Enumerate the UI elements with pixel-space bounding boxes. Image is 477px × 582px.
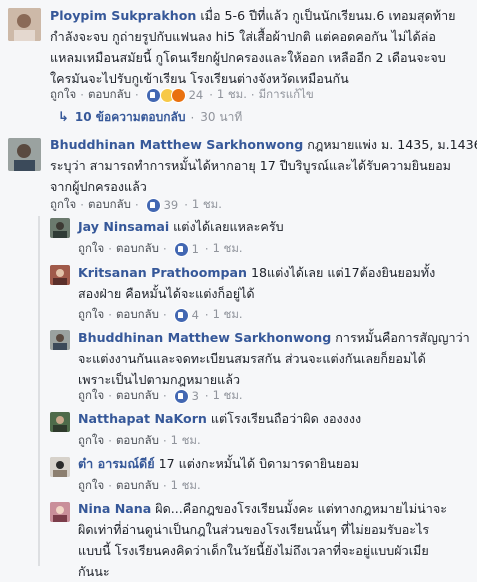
reply-link[interactable]: ตอบกลับ	[116, 387, 159, 405]
comment-line: จากผู้ปกครองแล้ว	[50, 179, 147, 194]
avatar-image	[50, 502, 70, 522]
reply-actions: ถูกใจ · ตอบกลับ · 1 · 1 ชม.	[78, 240, 243, 258]
reply-actions: ถูกใจ · ตอบกลับ · 1 ชม.	[78, 432, 201, 450]
reply-link[interactable]: ตอบกลับ	[116, 240, 159, 258]
reply-line: 18แต่งได้เลย แต่17ต้องยินยอมทั้ง	[246, 265, 436, 280]
reaction-count[interactable]: 1	[192, 242, 199, 256]
like-link[interactable]: ถูกใจ	[50, 196, 76, 214]
reply-thread-line	[38, 216, 40, 566]
reply-line: แบบนี้ โรงเรียนคงคิดว่าเด็กในวัยนี้ยังไม…	[78, 543, 429, 558]
comment-line: กำลังจะจบ กูถ่ายรูปกับแฟนลง hi5 ใส่เสื้อ…	[50, 29, 436, 44]
replies-count[interactable]: 10 ข้อความตอบกลับ	[75, 108, 186, 127]
view-replies-link[interactable]: ↳ 10 ข้อความตอบกลับ · 30 นาที	[58, 108, 242, 127]
avatar[interactable]	[8, 138, 41, 171]
timestamp[interactable]: 1 ชม.	[171, 477, 201, 495]
like-link[interactable]: ถูกใจ	[50, 86, 76, 104]
comment-actions: ถูกใจ · ตอบกลับ · 24 · 1 ชม. · มีการแก้ไ…	[50, 86, 314, 104]
avatar-image	[50, 412, 70, 432]
like-link[interactable]: ถูกใจ	[78, 387, 104, 405]
avatar-image	[50, 218, 70, 238]
reply-link[interactable]: ตอบกลับ	[88, 86, 131, 104]
commenter-name[interactable]: Natthapat NaKorn	[78, 411, 207, 426]
reply-line: แต่โรงเรียนถือว่าผิด งองงงง	[206, 411, 362, 426]
reply-actions: ถูกใจ · ตอบกลับ · 3 · 1 ชม.	[78, 387, 243, 405]
reply-line: สองฝ่าย คือหมั้นได้จะแต่งก็อยู่ได้	[78, 286, 255, 301]
like-link[interactable]: ถูกใจ	[78, 240, 104, 258]
avatar-image	[8, 8, 41, 41]
commenter-name[interactable]: ต๋า อารมณ์ดีย์	[78, 456, 155, 471]
comment-line: กฎหมายแพ่ง ม. 1435, ม.1436	[303, 137, 477, 152]
reply-link[interactable]: ตอบกลับ	[116, 306, 159, 324]
reply-text: Nina Nana ผิด...คือกฎของโรงเรียนมั้งคะ แ…	[78, 498, 447, 582]
reply-line: แต่งได้เลยแหละครับ	[169, 219, 284, 234]
reply-link[interactable]: ตอบกลับ	[116, 432, 159, 450]
like-link[interactable]: ถูกใจ	[78, 306, 104, 324]
avatar[interactable]	[50, 457, 70, 477]
commenter-name[interactable]: Jay Ninsamai	[78, 219, 169, 234]
reaction-count[interactable]: 24	[189, 88, 204, 102]
reply-text: Bhuddhinan Matthew Sarkhonwong การหมั้นค…	[78, 327, 470, 390]
comment-text: Bhuddhinan Matthew Sarkhonwong กฎหมายแพ่…	[50, 134, 477, 197]
commenter-name[interactable]: Ploypim Sukprakhon	[50, 8, 196, 23]
replies-time: 30 นาที	[200, 110, 243, 124]
avatar[interactable]	[8, 8, 41, 41]
comment-line: ระบุว่า สามารถทำการหมั้นได้หากอายุ 17 ปี…	[50, 158, 451, 173]
reply-line: กันนะ	[78, 564, 110, 579]
like-reaction-icon[interactable]	[145, 197, 161, 213]
timestamp[interactable]: 1 ชม.	[171, 432, 201, 450]
commenter-name[interactable]: Bhuddhinan Matthew Sarkhonwong	[50, 137, 303, 152]
avatar-image	[50, 265, 70, 285]
timestamp[interactable]: 1 ชม.	[213, 306, 243, 324]
reply-text: Jay Ninsamai แต่งได้เลยแหละครับ	[78, 216, 284, 237]
reply-actions: ถูกใจ · ตอบกลับ · 4 · 1 ชม.	[78, 306, 243, 324]
like-reaction-icon[interactable]	[173, 307, 189, 323]
edited-label[interactable]: มีการแก้ไข	[259, 86, 314, 104]
avatar-image	[50, 457, 70, 477]
reply-arrow-icon: ↳	[58, 110, 69, 125]
reply-line: จะแต่งงานกันและจดทะเบียนสมรสกัน ส่วนจะแต…	[78, 351, 426, 366]
avatar-image	[8, 138, 41, 171]
reply-actions: ถูกใจ · ตอบกลับ · 1 ชม.	[78, 477, 201, 495]
like-reaction-icon[interactable]	[145, 87, 161, 103]
reply-line: 17 แต่งกะหมั้นได้ บิดามารดายินยอม	[154, 456, 360, 471]
reply-text: Natthapat NaKorn แต่โรงเรียนถือว่าผิด งอ…	[78, 408, 361, 429]
like-reaction-icon[interactable]	[173, 388, 189, 404]
comments-panel: Ploypim Sukprakhon เมื่อ 5-6 ปีที่แล้ว ก…	[0, 0, 477, 579]
comment-text: Ploypim Sukprakhon เมื่อ 5-6 ปีที่แล้ว ก…	[50, 5, 456, 89]
timestamp[interactable]: 1 ชม.	[217, 86, 247, 104]
reply-line: การหมั้นคือการสัญญาว่า	[331, 330, 470, 345]
comment-actions: ถูกใจ · ตอบกลับ · 39 · 1 ชม.	[50, 196, 222, 214]
like-link[interactable]: ถูกใจ	[78, 477, 104, 495]
avatar[interactable]	[50, 502, 70, 522]
commenter-name[interactable]: Bhuddhinan Matthew Sarkhonwong	[78, 330, 331, 345]
reply-link[interactable]: ตอบกลับ	[88, 196, 131, 214]
reply-link[interactable]: ตอบกลับ	[116, 477, 159, 495]
commenter-name[interactable]: Kritsanan Prathoompan	[78, 265, 247, 280]
commenter-name[interactable]: Nina Nana	[78, 501, 151, 516]
timestamp[interactable]: 1 ชม.	[213, 387, 243, 405]
reply-line: ผิด...คือกฎของโรงเรียนมั้งคะ แต่ทางกฎหมา…	[151, 501, 447, 516]
like-reaction-icon[interactable]	[173, 241, 189, 257]
avatar[interactable]	[50, 218, 70, 238]
comment-line: แหลมเหมือนสมัยนี้ กูโดนเรียกผู้ปกครองและ…	[50, 50, 446, 65]
timestamp[interactable]: 1 ชม.	[192, 196, 222, 214]
reply-text: ต๋า อารมณ์ดีย์ 17 แต่งกะหมั้นได้ บิดามาร…	[78, 453, 359, 474]
avatar-image	[50, 330, 70, 350]
reaction-count[interactable]: 4	[192, 308, 199, 322]
angry-reaction-icon[interactable]	[170, 87, 186, 103]
avatar[interactable]	[50, 330, 70, 350]
comment-line: เมื่อ 5-6 ปีที่แล้ว กูเป็นนักเรียนม.6 เท…	[196, 8, 456, 23]
reaction-count[interactable]: 3	[192, 389, 199, 403]
avatar[interactable]	[50, 412, 70, 432]
timestamp[interactable]: 1 ชม.	[213, 240, 243, 258]
reply-text: Kritsanan Prathoompan 18แต่งได้เลย แต่17…	[78, 262, 435, 304]
reaction-count[interactable]: 39	[164, 198, 179, 212]
avatar[interactable]	[50, 265, 70, 285]
like-link[interactable]: ถูกใจ	[78, 432, 104, 450]
reply-line: ผิดเท่าที่อ่านดูน่าเป็นกฎในส่วนของโรงเรี…	[78, 522, 430, 537]
